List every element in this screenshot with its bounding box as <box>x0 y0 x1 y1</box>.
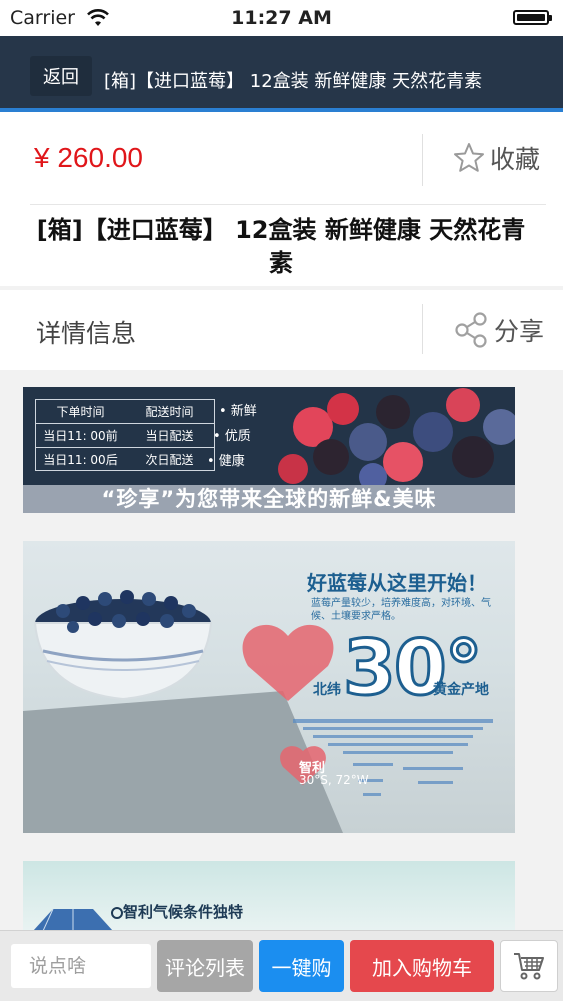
banner-heading: 好蓝莓从这里开始！ <box>307 571 487 595</box>
details-label: 详情信息 <box>36 319 137 348</box>
climate-banner: 智利气候条件独特 <box>23 861 515 930</box>
buy-now-button[interactable]: 一键购 <box>259 940 344 992</box>
berries-image <box>273 387 515 485</box>
back-button[interactable]: 返回 <box>30 56 92 96</box>
delivery-time-table: 下单时间 配送时间 当日11: 00前 当日配送 当日11: 00后 次日配送 <box>35 399 215 471</box>
solar-panel-image <box>33 908 113 930</box>
product-price: ¥ 260.00 <box>34 142 143 173</box>
cart-button[interactable] <box>500 940 558 992</box>
bullet-circle-icon <box>111 907 123 919</box>
share-icon <box>455 312 487 348</box>
star-outline-icon <box>454 143 484 172</box>
divider <box>422 134 423 186</box>
bullet-item: • 新鲜 <box>219 404 257 419</box>
product-detail-content[interactable]: 下单时间 配送时间 当日11: 00前 当日配送 当日11: 00后 次日配送 … <box>0 372 563 930</box>
table-row: 当日11: 00后 次日配送 <box>36 448 214 471</box>
table-cell: 当日11: 00前 <box>43 429 118 443</box>
delivery-banner: 下单时间 配送时间 当日11: 00前 当日配送 当日11: 00后 次日配送 … <box>23 387 515 513</box>
navigation-bar: 返回 [箱]【进口蓝莓】 12盒装 新鲜健康 天然花青素 <box>0 36 563 112</box>
quality-bullets: • 新鲜 • 优质 • 健康 <box>207 399 257 474</box>
price-row: ¥ 260.00 收藏 <box>0 112 563 204</box>
table-header-cell: 下单时间 <box>56 405 105 419</box>
table-header-row: 下单时间 配送时间 <box>36 400 214 424</box>
divider <box>422 304 423 354</box>
origin-banner: 好蓝莓从这里开始！ 蓝莓产量较少，培养难度高，对环境、气候、土壤要求严格。 北纬… <box>23 541 515 833</box>
golden-origin-label: 黄金产地 <box>433 682 489 698</box>
share-button[interactable]: 分享 <box>452 308 544 352</box>
divider <box>30 204 546 205</box>
status-bar: Carrier 11:27 AM <box>0 0 563 36</box>
bottom-action-bar: 评论列表 一键购 加入购物车 <box>0 930 563 1001</box>
banner-description: 蓝莓产量较少，培养难度高，对环境、气候、土壤要求严格。 <box>311 598 491 622</box>
north-latitude-label: 北纬 <box>313 682 341 698</box>
banner-slogan: “珍享”为您带来全球的新鲜&美味 <box>23 485 515 513</box>
battery-icon <box>513 10 552 25</box>
share-label: 分享 <box>494 317 545 346</box>
bullet-item: • 优质 <box>213 429 251 444</box>
status-time: 11:27 AM <box>231 7 332 29</box>
favorite-label: 收藏 <box>490 145 541 174</box>
table-cell: 当日配送 <box>145 429 194 443</box>
add-to-cart-button[interactable]: 加入购物车 <box>350 940 494 992</box>
reviews-list-button[interactable]: 评论列表 <box>157 940 253 992</box>
favorite-button[interactable]: 收藏 <box>452 134 540 182</box>
chile-coordinates: 30°S, 72°W <box>299 773 369 787</box>
bullet-item: • 健康 <box>207 454 245 469</box>
table-row: 当日11: 00前 当日配送 <box>36 424 214 448</box>
table-cell: 当日11: 00后 <box>43 453 118 467</box>
table-header-cell: 配送时间 <box>145 405 194 419</box>
product-title: [箱]【进口蓝莓】 12盒装 新鲜健康 天然花青素 <box>36 216 526 277</box>
details-row: 详情信息 分享 <box>0 290 563 370</box>
table-cell: 次日配送 <box>145 453 194 467</box>
comment-input[interactable] <box>11 944 151 988</box>
nav-title: [箱]【进口蓝莓】 12盒装 新鲜健康 天然花青素 <box>104 71 483 92</box>
banner-heading: 智利气候条件独特 <box>123 903 244 921</box>
shopping-cart-icon <box>514 953 544 980</box>
